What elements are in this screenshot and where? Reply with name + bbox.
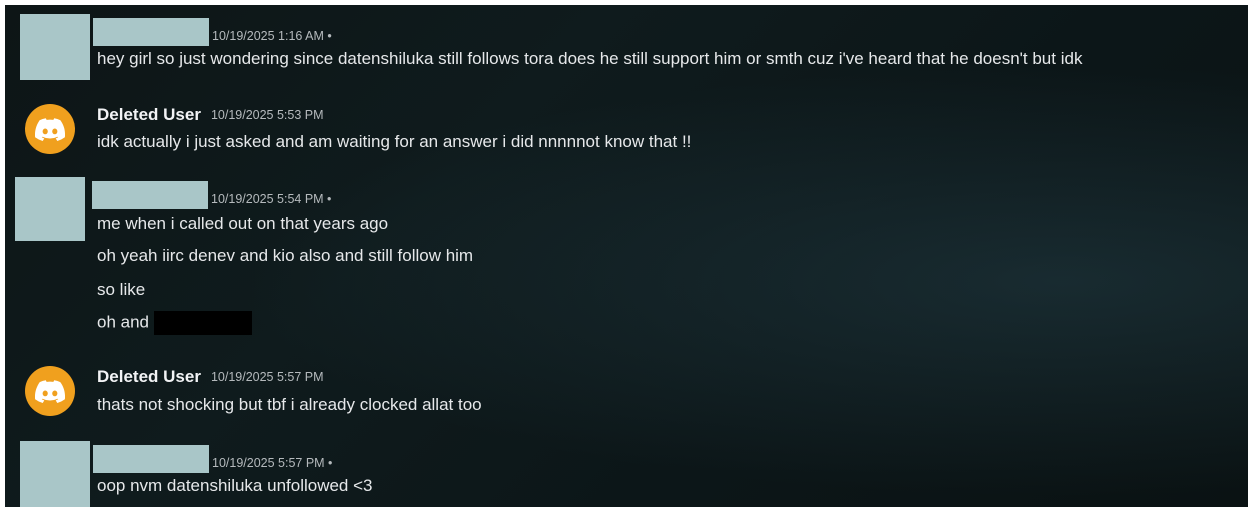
discord-logo-icon — [35, 379, 65, 403]
discord-logo-icon — [35, 117, 65, 141]
avatar[interactable] — [25, 104, 75, 154]
message-text: oh and — [97, 312, 149, 332]
timestamp: 10/19/2025 5:57 PM — [210, 370, 324, 384]
username-redacted[interactable] — [93, 445, 209, 473]
avatar[interactable] — [25, 366, 75, 416]
username[interactable]: Deleted User — [97, 367, 201, 387]
message-header: 10/19/2025 5:54 PM • — [92, 181, 331, 209]
message-text: oop nvm datenshiluka unfollowed <3 — [97, 476, 373, 495]
avatar-redacted[interactable] — [15, 177, 85, 241]
message-text: so like — [97, 280, 146, 299]
message-text: hey girl so just wondering since datensh… — [97, 49, 1083, 68]
timestamp: 10/19/2025 1:16 AM • — [212, 29, 332, 43]
chat-log: 10/19/2025 1:16 AM • hey girl so just wo… — [5, 5, 1248, 507]
username[interactable]: Deleted User — [97, 105, 201, 125]
message-header: 10/19/2025 1:16 AM • — [93, 18, 332, 46]
message-text: thats not shocking but tbf i already clo… — [97, 395, 482, 414]
message-header: 10/19/2025 5:57 PM • — [93, 445, 332, 473]
message-text: oh yeah iirc denev and kio also and stil… — [97, 246, 474, 265]
timestamp: 10/19/2025 5:57 PM • — [212, 456, 333, 470]
message-header: Deleted User 10/19/2025 5:53 PM — [97, 101, 324, 129]
message-text-with-redaction: oh and — [97, 311, 252, 335]
avatar-redacted[interactable] — [20, 14, 90, 80]
message-header: Deleted User 10/19/2025 5:57 PM — [97, 363, 324, 391]
avatar-redacted[interactable] — [20, 441, 90, 507]
username-redacted[interactable] — [92, 181, 208, 209]
timestamp: 10/19/2025 5:53 PM — [210, 108, 324, 122]
redacted-block — [154, 311, 252, 335]
message-text: me when i called out on that years ago — [97, 214, 389, 233]
username-redacted[interactable] — [93, 18, 209, 46]
message-text: idk actually i just asked and am waiting… — [97, 132, 692, 151]
timestamp: 10/19/2025 5:54 PM • — [211, 192, 332, 206]
